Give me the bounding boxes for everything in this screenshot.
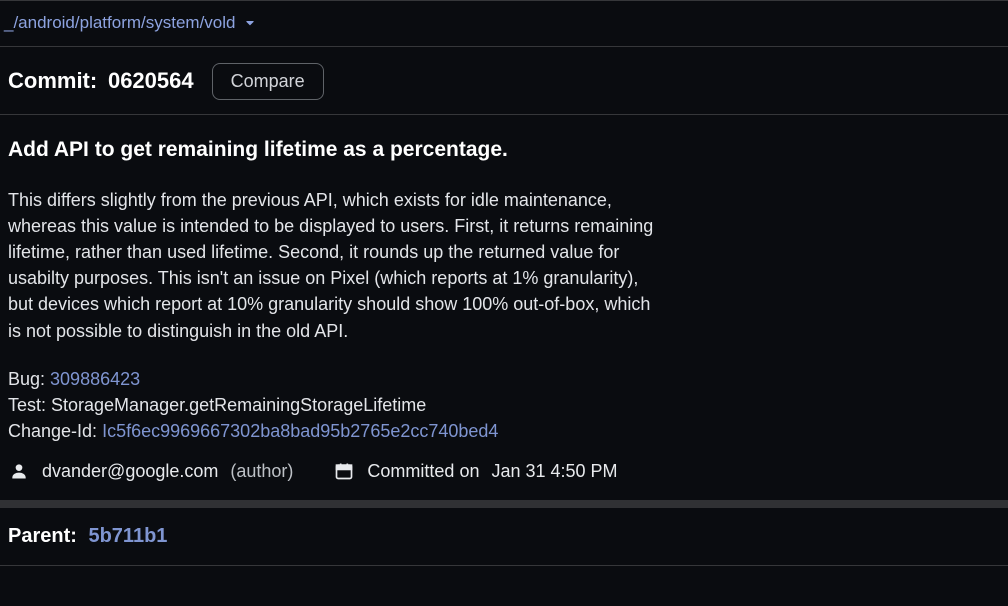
parent-hash-link[interactable]: 5b711b1 [88,525,167,547]
committed-date: Jan 31 4:50 PM [491,458,617,484]
author-email: dvander@google.com [42,458,218,484]
divider [0,565,1008,566]
author-role: (author) [230,458,293,484]
commit-body-paragraph: This differs slightly from the previous … [8,187,668,344]
section-divider [0,500,1008,508]
bug-label: Bug: [8,369,50,389]
committed-label: Committed on [367,458,479,484]
changeid-link[interactable]: Ic5f6ec9969667302ba8bad95b2765e2cc740bed… [102,421,498,441]
parent-label: Parent: [8,525,77,547]
commit-title: Add API to get remaining lifetime as a p… [8,135,1000,165]
commit-label: Commit: 0620564 [8,65,194,97]
compare-button[interactable]: Compare [212,63,324,100]
commit-header: Commit: 0620564 Compare [0,47,1008,114]
commit-message: Add API to get remaining lifetime as a p… [0,115,1008,448]
calendar-icon [333,460,355,482]
chevron-down-icon[interactable] [244,17,256,29]
test-line: Test: StorageManager.getRemainingStorage… [8,395,426,415]
commit-hash: 0620564 [108,68,194,93]
breadcrumb-link[interactable]: _/android/platform/system/vold [4,11,236,36]
parent-row: Parent: 5b711b1 [0,508,1008,565]
breadcrumb: _/android/platform/system/vold [0,1,1008,46]
commit-body: This differs slightly from the previous … [8,187,668,444]
commit-meta: dvander@google.com (author) Committed on… [0,448,1008,500]
changeid-label: Change-Id: [8,421,102,441]
bug-link[interactable]: 309886423 [50,369,140,389]
person-icon [8,460,30,482]
